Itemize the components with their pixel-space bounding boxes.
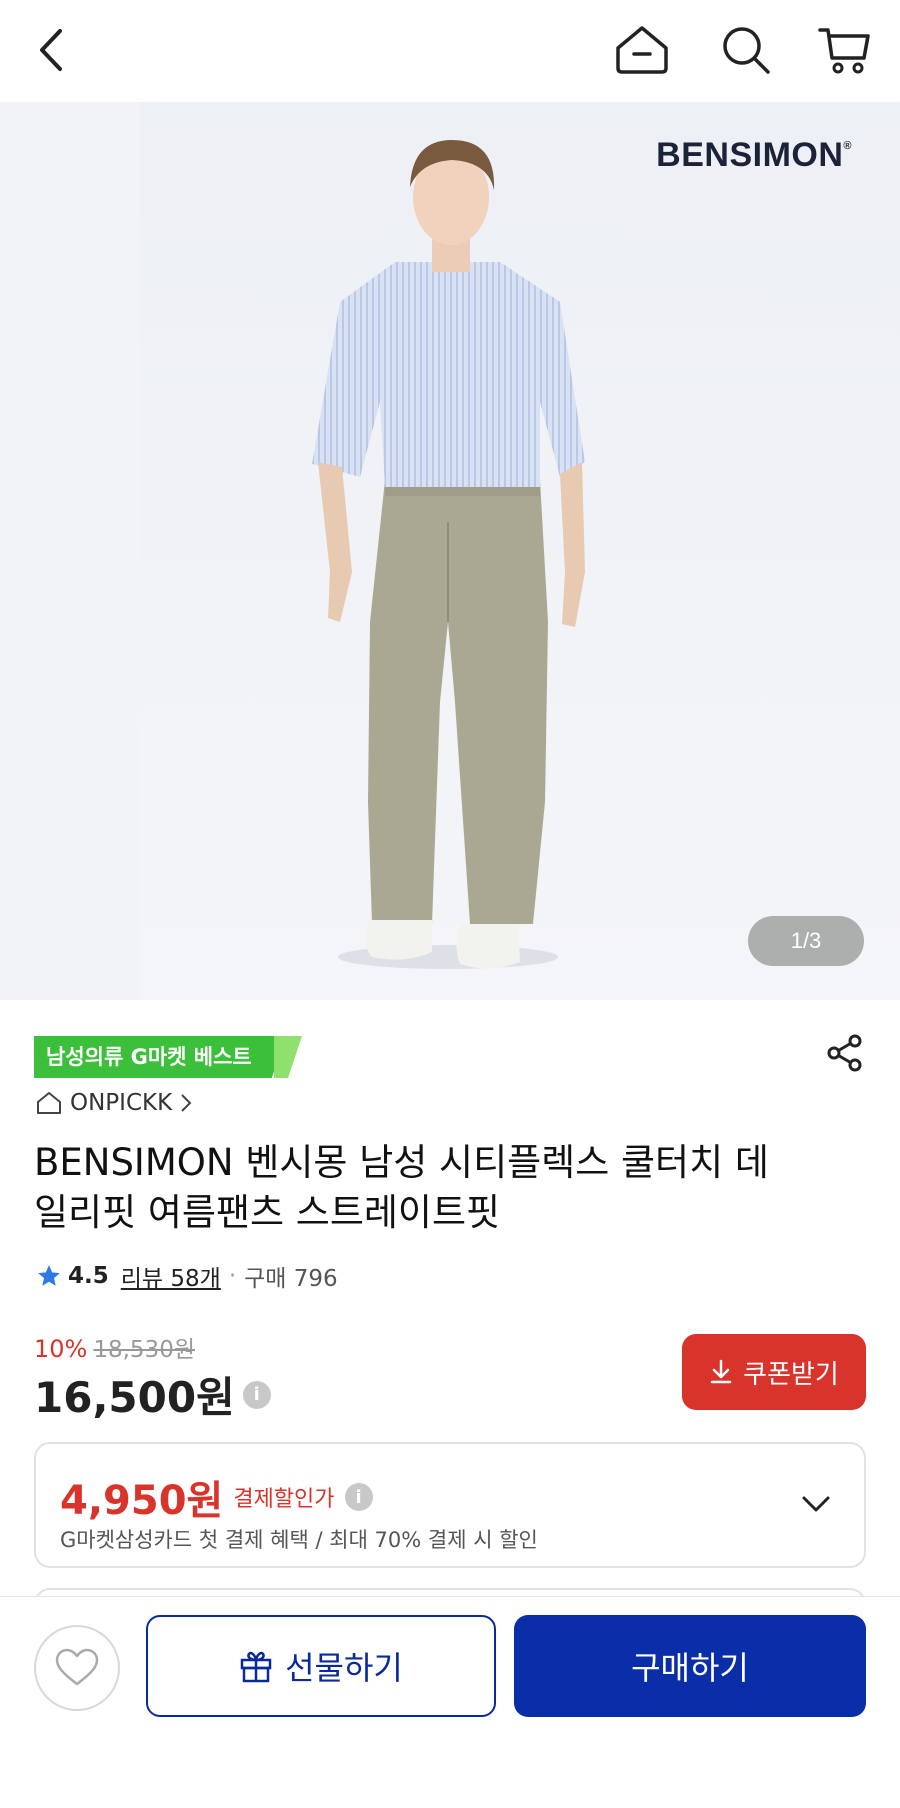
card-discount-label: 결제할인가 xyxy=(233,1487,335,1512)
card-discount-description: G마켓삼성카드 첫 결제 혜택 / 최대 70% 결제 시 할인 xyxy=(60,1528,538,1552)
discount-row: 10% 18,530원 xyxy=(34,1330,195,1364)
expand-button[interactable] xyxy=(798,1486,834,1522)
store-icon xyxy=(37,1092,61,1114)
gift-button[interactable]: 선물하기 xyxy=(146,1615,496,1717)
shop-link[interactable]: ONPICKK xyxy=(36,1088,192,1118)
card-discount-amount: 4,950원 xyxy=(60,1478,224,1524)
share-button[interactable] xyxy=(822,1030,868,1076)
rating-row: 4.5 리뷰 58개 · 구매 796 xyxy=(36,1258,338,1294)
reviews-link[interactable]: 리뷰 58개 xyxy=(121,1259,221,1293)
chevron-left-icon xyxy=(40,29,62,71)
chevron-right-icon xyxy=(181,1094,192,1112)
coupon-download-button[interactable]: 쿠폰받기 xyxy=(682,1334,866,1410)
product-title: BENSIMON 벤시몽 남성 시티플렉스 쿨터치 데일리핏 여름팬츠 스트레이… xyxy=(34,1141,769,1234)
card-discount-panel[interactable]: 4,950원 결제할인가 i G마켓삼성카드 첫 결제 혜택 / 최대 70% … xyxy=(34,1442,866,1568)
product-image-carousel[interactable]: BENSIMON® 1/3 xyxy=(0,102,900,1000)
best-seller-badge: 남성의류 G마켓 베스트 xyxy=(34,1036,286,1078)
gift-icon xyxy=(240,1651,272,1683)
rating-score: 4.5 xyxy=(68,1263,109,1289)
cart-icon xyxy=(818,28,870,74)
original-price: 18,530원 xyxy=(93,1337,195,1363)
card-discount-line: 4,950원 결제할인가 i xyxy=(60,1468,373,1526)
download-icon xyxy=(710,1359,732,1384)
price-row: 16,500원 i xyxy=(34,1364,271,1425)
buy-button-label: 구매하기 xyxy=(631,1650,749,1686)
discount-percent: 10% xyxy=(34,1335,88,1363)
heart-icon xyxy=(55,1648,99,1686)
sale-price: 16,500원 xyxy=(34,1373,235,1422)
separator-dot: · xyxy=(228,1263,237,1289)
star-icon xyxy=(38,1265,60,1286)
home-button[interactable] xyxy=(612,20,672,80)
back-button[interactable] xyxy=(22,20,82,80)
product-photo xyxy=(0,102,900,1000)
coupon-button-label: 쿠폰받기 xyxy=(743,1358,839,1389)
gift-button-label: 선물하기 xyxy=(285,1650,403,1686)
search-button[interactable] xyxy=(716,20,776,80)
top-bar xyxy=(0,0,900,102)
shop-name: ONPICKK xyxy=(70,1090,173,1116)
search-icon xyxy=(723,27,770,74)
chevron-down-icon xyxy=(802,1496,830,1512)
buy-button[interactable]: 구매하기 xyxy=(514,1615,866,1717)
info-icon[interactable]: i xyxy=(242,1380,271,1409)
purchase-count: 구매 796 xyxy=(244,1266,338,1292)
info-icon[interactable]: i xyxy=(344,1483,373,1511)
bottom-action-bar: 선물하기 구매하기 xyxy=(0,1596,900,1808)
share-icon xyxy=(827,1034,862,1072)
home-icon xyxy=(616,26,668,74)
brand-logo: BENSIMON® xyxy=(656,136,852,174)
wishlist-button[interactable] xyxy=(34,1625,120,1711)
badge-tail-decoration xyxy=(274,1036,302,1078)
cart-button[interactable] xyxy=(815,20,875,80)
image-counter: 1/3 xyxy=(748,916,864,966)
